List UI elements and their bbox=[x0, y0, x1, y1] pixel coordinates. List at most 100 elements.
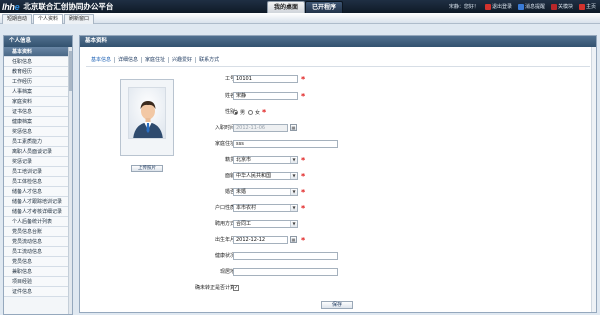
sidebar-item[interactable]: 项目经验 bbox=[4, 277, 72, 287]
politics-select[interactable]: 中华人民共和国 ▼ bbox=[233, 172, 298, 180]
employment-value: 合同工 bbox=[236, 221, 252, 227]
home-icon bbox=[578, 3, 585, 10]
origin-select[interactable]: 北京市 ▼ bbox=[233, 156, 298, 164]
required-mark: * bbox=[262, 108, 267, 117]
sidebar-item[interactable]: 个人后备统计列表 bbox=[4, 217, 72, 227]
sidebar-item[interactable]: 奖惩记录 bbox=[4, 157, 72, 167]
sidebar-item[interactable]: 奖惩信息 bbox=[4, 127, 72, 137]
chevron-down-icon: ▼ bbox=[290, 189, 297, 195]
sidebar-item[interactable]: 离职人员面谈记录 bbox=[4, 147, 72, 157]
chevron-down-icon: ▼ bbox=[290, 157, 297, 163]
sidebar-item[interactable]: 工作经历 bbox=[4, 77, 72, 87]
sidebar: 个人信息 基本资料 任职信息 教育经历 工作经历 人事档案 家庭资料 证书信息 健康档案 奖惩信… bbox=[3, 35, 73, 315]
user-area: 宋静：您好！ 退出登录 消息提醒 关模块 主页 bbox=[449, 0, 596, 13]
trial-label: 确未转正是否计算： bbox=[194, 285, 240, 291]
sidebar-item[interactable]: 党员流动信息 bbox=[4, 237, 72, 247]
sidebar-list: 基本资料 任职信息 教育经历 工作经历 人事档案 家庭资料 证书信息 健康档案 奖惩信息 员工素质… bbox=[4, 47, 72, 297]
hukou-value: 本市农村 bbox=[236, 205, 257, 211]
upload-photo-button[interactable]: 上传照片 bbox=[131, 165, 163, 172]
chevron-down-icon: ▼ bbox=[290, 221, 297, 227]
sidebar-title: 个人信息 bbox=[4, 36, 72, 47]
sidebar-item[interactable]: 教育经历 bbox=[4, 67, 72, 77]
required-mark: * bbox=[301, 188, 306, 197]
app-logo: Ihhe 北京联合汇创协同办公平台 bbox=[2, 1, 113, 12]
sidebar-item[interactable]: 储备人才跟踪培训记录 bbox=[4, 197, 72, 207]
main-panel-title: 基本资料 bbox=[80, 36, 596, 47]
birth-input[interactable]: 2012-12-12 bbox=[233, 236, 288, 244]
required-mark: * bbox=[301, 156, 306, 165]
subtab-personal-info[interactable]: 个人资料 bbox=[33, 14, 64, 24]
avatar-icon bbox=[129, 88, 165, 138]
message-icon bbox=[517, 3, 524, 10]
logout-button[interactable]: 退出登录 bbox=[484, 3, 512, 10]
employment-select[interactable]: 合同工 ▼ bbox=[233, 220, 298, 228]
tab-basic-info[interactable]: 基本信息 bbox=[88, 57, 116, 63]
avatar bbox=[128, 87, 166, 139]
gender-male-label: 男 bbox=[240, 110, 246, 116]
sidebar-item[interactable]: 基本资料 bbox=[4, 47, 72, 57]
tab-my-desktop[interactable]: 我的桌面 bbox=[267, 1, 306, 13]
required-mark: * bbox=[301, 172, 306, 181]
app-title: 北京联合汇创协同办公平台 bbox=[23, 2, 114, 11]
sidebar-item[interactable]: 党员信息 bbox=[4, 257, 72, 267]
save-button[interactable]: 保存 bbox=[321, 301, 353, 309]
top-header: Ihhe 北京联合汇创协同办公平台 我的桌面 已开程序 宋静：您好！ 退出登录 … bbox=[0, 0, 600, 13]
hukou-select[interactable]: 本市农村 ▼ bbox=[233, 204, 298, 212]
photo-frame bbox=[120, 79, 174, 156]
gender-male-radio[interactable] bbox=[233, 110, 238, 115]
sidebar-item[interactable]: 员工流动信息 bbox=[4, 247, 72, 257]
calendar-icon[interactable]: ▦ bbox=[290, 124, 297, 131]
message-button[interactable]: 消息提醒 bbox=[517, 3, 545, 10]
user-greeting: 宋静：您好！ bbox=[448, 4, 479, 10]
sidebar-item[interactable]: 储备人才信息 bbox=[4, 187, 72, 197]
marital-select[interactable]: 未婚 ▼ bbox=[233, 188, 298, 196]
tab-hobbies[interactable]: 兴趣爱好 bbox=[169, 57, 197, 63]
gender-group: 男 女 * bbox=[233, 108, 266, 117]
sidebar-item[interactable]: 员工体检信息 bbox=[4, 177, 72, 187]
sidebar-item[interactable]: 党员信息台账 bbox=[4, 227, 72, 237]
sidebar-item[interactable]: 人事档案 bbox=[4, 87, 72, 97]
trial-checkbox[interactable]: ✓ bbox=[233, 285, 239, 291]
required-mark: * bbox=[301, 204, 306, 213]
sidebar-scrollbar[interactable] bbox=[68, 47, 72, 314]
close-module-icon bbox=[550, 3, 557, 10]
close-module-button[interactable]: 关模块 bbox=[550, 3, 573, 10]
health-input[interactable] bbox=[233, 252, 338, 260]
subtab-refresh[interactable]: 刷新窗口 bbox=[64, 14, 95, 24]
entry-date-input[interactable]: 2012-11-06 bbox=[233, 124, 288, 132]
tab-detail-info[interactable]: 详细信息 bbox=[115, 57, 143, 63]
home-button[interactable]: 主页 bbox=[578, 3, 596, 10]
sidebar-item[interactable]: 家庭资料 bbox=[4, 97, 72, 107]
sidebar-item[interactable]: 任职信息 bbox=[4, 57, 72, 67]
tab-open-programs[interactable]: 已开程序 bbox=[305, 1, 344, 13]
required-mark: * bbox=[301, 75, 306, 84]
logout-label: 退出登录 bbox=[491, 4, 512, 10]
gender-female-label: 女 bbox=[255, 110, 261, 116]
gender-female-radio[interactable] bbox=[248, 110, 254, 115]
sidebar-item[interactable]: 证书信息 bbox=[4, 107, 72, 117]
top-tabs: 我的桌面 已开程序 bbox=[267, 1, 344, 13]
emp-no-input[interactable]: 10101 bbox=[233, 75, 298, 83]
logo-text-2: e bbox=[14, 1, 20, 12]
tab-contact[interactable]: 联系方式 bbox=[196, 57, 222, 63]
sidebar-item[interactable]: 储备人才考核详细记录 bbox=[4, 207, 72, 217]
sidebar-item[interactable]: 证件信息 bbox=[4, 287, 72, 297]
calendar-icon[interactable]: ▦ bbox=[290, 236, 297, 243]
chevron-down-icon: ▼ bbox=[290, 173, 297, 179]
main-scrollbar[interactable] bbox=[591, 47, 596, 312]
sub-tab-bar: 短期自动 个人资料 刷新窗口 bbox=[0, 13, 600, 24]
tab-home-address[interactable]: 家庭住址 bbox=[142, 57, 170, 63]
subtab-short-auto[interactable]: 短期自动 bbox=[2, 14, 33, 24]
sidebar-item[interactable]: 员工素质能力 bbox=[4, 137, 72, 147]
residence-input[interactable] bbox=[233, 268, 338, 276]
logout-icon bbox=[484, 3, 491, 10]
sidebar-scroll-thumb[interactable] bbox=[69, 51, 72, 91]
sidebar-item[interactable]: 员工培训记录 bbox=[4, 167, 72, 177]
politics-value: 中华人民共和国 bbox=[236, 173, 272, 179]
name-input[interactable]: 宋静 bbox=[233, 92, 298, 100]
sidebar-item[interactable]: 健康档案 bbox=[4, 117, 72, 127]
main-panel: 基本资料 基本信息 详细信息 家庭住址 兴趣爱好 联系方式 上传照片 工号： bbox=[79, 35, 597, 313]
home-address-input[interactable]: sss bbox=[233, 140, 338, 148]
required-mark: * bbox=[301, 236, 306, 245]
sidebar-item[interactable]: 兼职信息 bbox=[4, 267, 72, 277]
